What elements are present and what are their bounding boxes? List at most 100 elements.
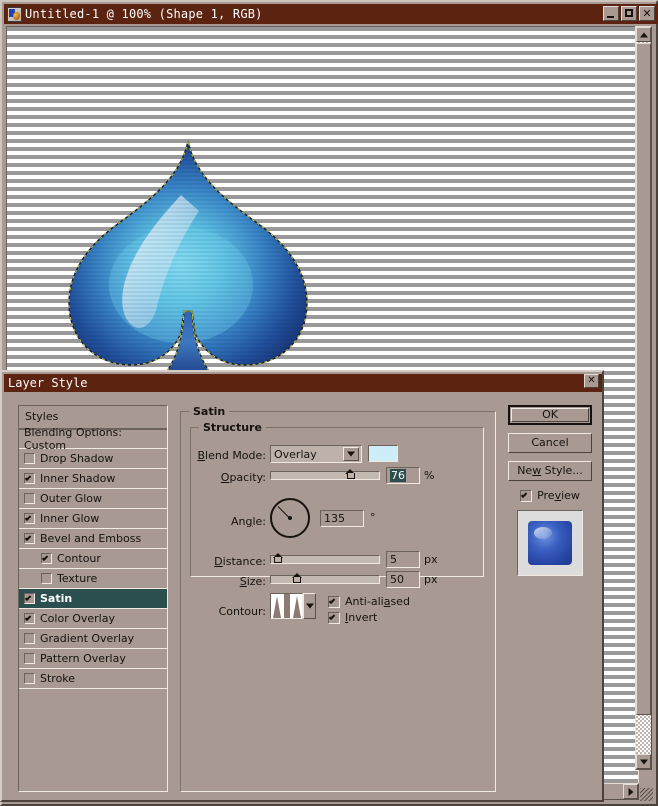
style-checkbox[interactable] (41, 553, 52, 564)
style-checkbox[interactable] (24, 633, 35, 644)
distance-slider-thumb[interactable] (272, 553, 284, 563)
vscroll-thumb[interactable] (636, 43, 651, 715)
distance-label: Distance: (214, 555, 266, 568)
chevron-up-icon (639, 32, 648, 37)
style-checkbox[interactable] (24, 473, 35, 484)
photoshop-document-icon (7, 6, 22, 22)
styles-rows: Blending Options: Custom Drop Shadow Inner… (19, 426, 167, 689)
opacity-unit: % (424, 469, 435, 482)
invert-checkbox[interactable] (328, 611, 340, 624)
style-row-label: Blending Options: Custom (24, 426, 122, 452)
new-style-button[interactable]: New Style... (508, 461, 592, 481)
satin-group-label: Satin (189, 405, 230, 418)
style-row-gradient-overlay[interactable]: Gradient Overlay (19, 629, 167, 649)
satin-settings-panel: Satin Structure Blend Mode: Overlay Opac… (180, 405, 496, 792)
spade-artwork (63, 135, 313, 391)
chevron-down-icon[interactable] (343, 447, 359, 461)
styles-list-panel: Styles Blending Options: Custom Drop Shad… (18, 405, 168, 792)
opacity-slider-thumb[interactable] (345, 469, 356, 479)
style-row-blending-options-custom[interactable]: Blending Options: Custom (19, 426, 167, 452)
distance-input[interactable]: 5 (386, 551, 420, 568)
dialog-close-icon[interactable]: ✕ (584, 374, 599, 388)
style-row-label: Inner Shadow (40, 472, 116, 485)
structure-group-label: Structure (199, 421, 266, 434)
contour-label: Contour: (218, 605, 266, 618)
style-row-stroke[interactable]: Stroke (19, 669, 167, 689)
resize-grip[interactable] (640, 788, 653, 801)
size-unit: px (424, 573, 438, 586)
angle-unit: ° (370, 511, 376, 524)
size-slider-track[interactable] (270, 575, 380, 584)
minimize-button[interactable] (603, 6, 619, 21)
style-row-contour[interactable]: Contour (19, 549, 167, 569)
distance-unit: px (424, 553, 438, 566)
window-controls: ✕ (603, 6, 655, 21)
blend-mode-select[interactable]: Overlay (270, 445, 362, 463)
anti-aliased-label: Anti-aliased (345, 595, 410, 608)
preview-label: Preview (537, 489, 580, 502)
screen: Untitled-1 @ 100% (Shape 1, RGB) ✕ Layer… (0, 0, 658, 806)
layer-style-dialog: Layer Style ✕ Styles Blending Options: C… (0, 370, 604, 802)
blend-color-swatch[interactable] (368, 445, 398, 462)
preview-option[interactable]: Preview (508, 489, 592, 502)
contour-preview[interactable] (270, 593, 303, 619)
anti-aliased-option[interactable]: Anti-aliased (328, 595, 410, 608)
style-checkbox[interactable] (24, 673, 35, 684)
size-label: Size: (239, 575, 266, 588)
style-checkbox[interactable] (41, 573, 52, 584)
scroll-down-button[interactable] (636, 754, 651, 769)
preview-checkbox[interactable] (520, 489, 533, 502)
dialog-title: Layer Style (8, 376, 88, 390)
distance-slider-track[interactable] (270, 555, 380, 564)
style-row-pattern-overlay[interactable]: Pattern Overlay (19, 649, 167, 669)
angle-label: Angle: (230, 515, 266, 528)
angle-dial[interactable] (270, 498, 310, 538)
scroll-right-button[interactable] (623, 784, 638, 799)
scroll-up-button[interactable] (636, 27, 651, 42)
style-row-bevel-and-emboss[interactable]: Bevel and Emboss (19, 529, 167, 549)
opacity-input[interactable]: 76 (386, 467, 420, 484)
maximize-button[interactable] (621, 6, 637, 21)
style-row-outer-glow[interactable]: Outer Glow (19, 489, 167, 509)
style-row-satin[interactable]: Satin (19, 589, 167, 609)
style-row-label: Satin (40, 592, 73, 605)
opacity-label: Opacity: (220, 471, 266, 484)
close-icon[interactable]: ✕ (639, 6, 655, 21)
style-row-label: Color Overlay (40, 612, 115, 625)
style-checkbox[interactable] (24, 593, 35, 604)
invert-option[interactable]: Invert (328, 611, 377, 624)
style-checkbox[interactable] (24, 613, 35, 624)
canvas-vertical-scrollbar[interactable] (635, 26, 652, 770)
chevron-down-icon (305, 603, 314, 609)
style-row-drop-shadow[interactable]: Drop Shadow (19, 449, 167, 469)
opacity-slider-track[interactable] (270, 471, 380, 480)
style-checkbox[interactable] (24, 493, 35, 504)
style-row-inner-glow[interactable]: Inner Glow (19, 509, 167, 529)
style-checkbox[interactable] (24, 513, 35, 524)
dialog-action-buttons: OK Cancel New Style... Preview (508, 405, 592, 576)
dialog-titlebar[interactable]: Layer Style (4, 374, 602, 392)
document-title: Untitled-1 @ 100% (Shape 1, RGB) (25, 7, 263, 21)
style-checkbox[interactable] (24, 453, 35, 464)
contour-dropdown-button[interactable] (303, 593, 316, 619)
chevron-down-icon (639, 759, 648, 764)
style-row-label: Pattern Overlay (40, 652, 126, 665)
size-slider-thumb[interactable] (291, 573, 303, 583)
style-checkbox[interactable] (24, 653, 35, 664)
cancel-button[interactable]: Cancel (508, 433, 592, 453)
anti-aliased-checkbox[interactable] (328, 595, 340, 608)
style-row-color-overlay[interactable]: Color Overlay (19, 609, 167, 629)
style-row-inner-shadow[interactable]: Inner Shadow (19, 469, 167, 489)
ok-button[interactable]: OK (508, 405, 592, 425)
size-input[interactable]: 50 (386, 571, 420, 588)
style-row-texture[interactable]: Texture (19, 569, 167, 589)
style-row-label: Contour (57, 552, 101, 565)
style-row-label: Texture (57, 572, 98, 585)
document-titlebar[interactable]: Untitled-1 @ 100% (Shape 1, RGB) ✕ (4, 4, 658, 24)
angle-input[interactable]: 135 (320, 510, 364, 527)
style-row-label: Drop Shadow (40, 452, 114, 465)
style-checkbox[interactable] (24, 533, 35, 544)
combo-arrow (347, 451, 355, 457)
blend-mode-label: Blend Mode: (197, 449, 267, 462)
style-row-label: Gradient Overlay (40, 632, 135, 645)
